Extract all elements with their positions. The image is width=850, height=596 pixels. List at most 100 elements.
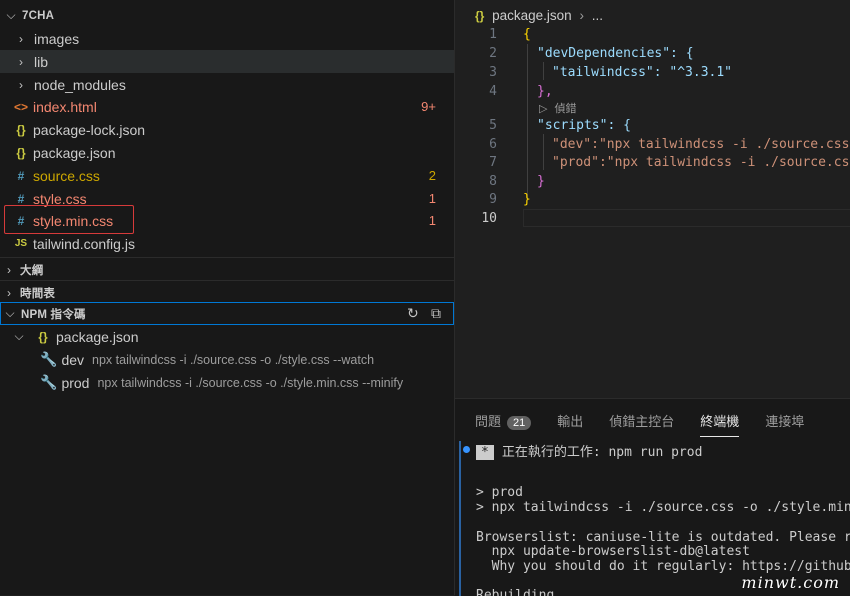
breadcrumb-file[interactable]: package.json (492, 8, 572, 23)
timeline-section-title: 時間表 (20, 287, 56, 300)
tree-file-package-json[interactable]: {} package.json (0, 141, 454, 164)
tree-item-label: package.json (33, 144, 116, 161)
line-number: 7 (489, 155, 497, 170)
tab-debug-console[interactable]: 偵錯主控台 (609, 411, 674, 430)
indent-guide (543, 134, 544, 170)
json-key: "devDependencies": { (537, 46, 694, 61)
problem-count-badge: 1 (428, 213, 436, 228)
tree-file-index-html[interactable]: <> index.html 9+ (0, 95, 454, 118)
tree-folder-node-modules[interactable]: › node_modules (0, 73, 454, 96)
terminal-line: > prod (476, 485, 523, 500)
terminal-line: npx update-browserslist-db@latest (476, 544, 750, 559)
tree-folder-lib[interactable]: › lib (0, 50, 454, 73)
outline-section-title: 大綱 (20, 264, 44, 277)
watermark-logo: minwt.com (741, 573, 840, 592)
breadcrumb: {} package.json › ... (475, 8, 603, 23)
explorer-root-header[interactable]: ⌵ 7CHA (0, 4, 454, 27)
json-file-icon: {} (38, 329, 48, 344)
refresh-icon[interactable]: ↻ (407, 305, 419, 322)
chevron-down-icon: ⌵ (5, 306, 15, 320)
chevron-down-icon: ⌵ (6, 8, 16, 22)
timeline-section-header[interactable]: › 時間表 (0, 280, 454, 304)
task-indicator-bar (459, 441, 461, 596)
collapse-all-icon[interactable]: ⧉ (431, 305, 441, 322)
npm-package-json-node[interactable]: ⌵ {} package.json (0, 325, 454, 348)
codelens-label: 偵錯 (554, 103, 577, 115)
task-status-dot (463, 446, 470, 453)
current-line-highlight (523, 209, 850, 227)
tab-ports[interactable]: 連接埠 (765, 411, 804, 430)
tree-folder-images[interactable]: › images (0, 27, 454, 50)
outline-section-header[interactable]: › 大綱 (0, 257, 454, 281)
explorer-root-label: 7CHA (22, 9, 55, 22)
line-number: 6 (489, 137, 497, 152)
chevron-right-icon: › (19, 31, 23, 46)
tab-problems[interactable]: 問題 21 (475, 411, 532, 430)
json-file-icon: {} (16, 145, 26, 160)
task-star-icon: * (476, 445, 494, 460)
indent-guide (527, 44, 528, 199)
tab-terminal[interactable]: 終端機 (700, 411, 740, 437)
code-line: "scripts": { (537, 118, 631, 133)
line-number: 8 (489, 174, 497, 189)
terminal-task-line: * 正在執行的工作: npm run prod (476, 441, 702, 460)
chevron-right-icon: › (7, 262, 11, 277)
line-number: 1 (489, 27, 497, 42)
code-line: }, (537, 84, 553, 99)
terminal-line: Browserslist: caniuse-lite is outdated. … (476, 530, 850, 545)
tree-item-label: source.css (33, 167, 100, 184)
npm-script-dev[interactable]: 🔧 dev npx tailwindcss -i ./source.css -o… (0, 348, 454, 371)
npm-script-prod[interactable]: 🔧 prod npx tailwindcss -i ./source.css -… (0, 371, 454, 394)
tree-file-source-css[interactable]: # source.css 2 (0, 164, 454, 187)
npm-script-command: npx tailwindcss -i ./source.css -o ./sty… (97, 375, 404, 390)
tree-item-label: images (34, 30, 80, 47)
codelens-debug[interactable]: ▷ 偵錯 (539, 100, 577, 116)
code-line: "devDependencies": { (537, 46, 694, 61)
css-file-icon: # (17, 191, 25, 206)
indent-guide (543, 62, 544, 80)
npm-script-name: prod (61, 374, 90, 391)
tree-item-label: index.html (33, 98, 97, 115)
code-line: } (523, 192, 531, 207)
chevron-right-icon: › (19, 54, 23, 69)
tree-item-label: tailwind.config.js (33, 235, 135, 252)
tab-label: 問題 (475, 413, 502, 429)
breadcrumb-more[interactable]: ... (592, 8, 603, 23)
code-line: "prod":"npx tailwindcss -i ./source.css … (552, 155, 850, 170)
line-number: 5 (489, 118, 497, 133)
json-file-icon: {} (16, 122, 26, 137)
tree-item-label: lib (34, 53, 49, 70)
chevron-right-icon: › (579, 8, 584, 23)
tree-file-tailwind-config-js[interactable]: JS tailwind.config.js (0, 232, 454, 255)
chevron-right-icon: › (19, 77, 23, 92)
code-editor[interactable]: {} package.json › ... 1 { 2 "devDependen… (455, 0, 850, 398)
explorer-sidebar: ⌵ 7CHA › images › lib › node_modules <> … (0, 0, 454, 595)
tab-output[interactable]: 輸出 (557, 411, 583, 430)
wrench-icon: 🔧 (40, 374, 58, 390)
task-text: 正在執行的工作: npm run prod (501, 445, 703, 460)
npm-script-command: npx tailwindcss -i ./source.css -o ./sty… (92, 352, 375, 367)
tree-item-label: node_modules (34, 76, 126, 93)
json-file-icon: {} (475, 9, 485, 23)
tree-file-package-lock-json[interactable]: {} package-lock.json (0, 118, 454, 141)
line-number: 2 (489, 46, 497, 61)
problem-count-badge: 9+ (421, 99, 436, 114)
problem-count-badge: 1 (428, 191, 436, 206)
problem-count-badge: 2 (428, 168, 436, 183)
code-line: } (537, 174, 545, 189)
line-number: 4 (489, 84, 497, 99)
code-line: { (523, 27, 531, 42)
code-line: "dev":"npx tailwindcss -i ./source.css -… (552, 137, 850, 152)
js-file-icon: JS (14, 238, 28, 249)
css-file-icon: # (17, 168, 25, 183)
terminal-line: > npx tailwindcss -i ./source.css -o ./s… (476, 500, 850, 515)
npm-scripts-section-header[interactable]: ⌵ NPM 指令碼 ↻ ⧉ (0, 302, 454, 325)
chevron-right-icon: › (7, 285, 11, 300)
highlight-annotation-box (4, 205, 134, 234)
problems-count-badge: 21 (507, 415, 532, 430)
line-number: 10 (481, 211, 497, 226)
npm-file-label: package.json (56, 328, 139, 345)
npm-scripts-section-title: NPM 指令碼 (21, 308, 86, 321)
wrench-icon: 🔧 (40, 351, 58, 367)
play-icon: ▷ (539, 103, 548, 115)
